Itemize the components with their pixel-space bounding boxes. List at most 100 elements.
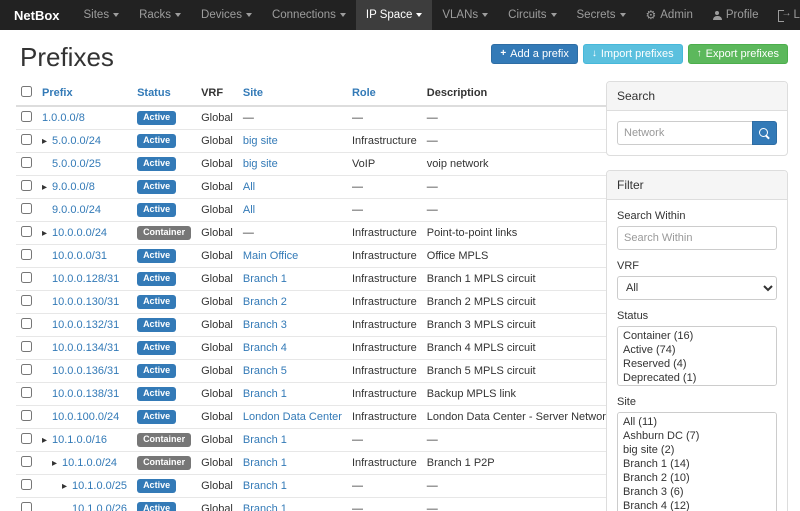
row-checkbox[interactable] (21, 295, 32, 306)
site-link[interactable]: Branch 1 (243, 273, 287, 285)
site-link[interactable]: All (243, 181, 255, 193)
prefix-link[interactable]: 10.0.0.132/31 (52, 319, 119, 331)
row-checkbox[interactable] (21, 341, 32, 352)
column-header-site[interactable]: Site (238, 81, 347, 106)
expand-arrow-icon[interactable]: ▸ (62, 481, 72, 492)
site-link[interactable]: Branch 1 (243, 503, 287, 511)
prefix-link[interactable]: 9.0.0.0/8 (52, 181, 95, 193)
table-row: ▸9.0.0.0/8ActiveGlobalAll—— (16, 176, 616, 199)
vrf-select[interactable]: All (617, 276, 777, 300)
prefix-link[interactable]: 10.0.0.136/31 (52, 365, 119, 377)
select-option[interactable]: Branch 3 (6) (618, 485, 776, 499)
row-checkbox[interactable] (21, 456, 32, 467)
row-checkbox[interactable] (21, 410, 32, 421)
select-option[interactable]: Deprecated (1) (618, 371, 776, 385)
expand-arrow-icon[interactable]: ▸ (42, 228, 52, 239)
site-link[interactable]: Branch 1 (243, 434, 287, 446)
row-checkbox[interactable] (21, 272, 32, 283)
select-option[interactable]: Branch 1 (14) (618, 457, 776, 471)
prefix-link[interactable]: 10.1.0.0/16 (52, 434, 107, 446)
search-button[interactable] (752, 121, 777, 145)
site-multiselect[interactable]: All (11)Ashburn DC (7)big site (2)Branch… (617, 412, 777, 511)
column-header-status[interactable]: Status (132, 81, 196, 106)
site-link[interactable]: Branch 1 (243, 457, 287, 469)
site-link[interactable]: Branch 1 (243, 388, 287, 400)
nav-item-circuits[interactable]: Circuits (498, 0, 566, 30)
import-prefixes-button[interactable]: ↓ Import prefixes (583, 44, 683, 64)
column-header-role[interactable]: Role (347, 81, 422, 106)
site-link[interactable]: Branch 4 (243, 342, 287, 354)
expand-arrow-icon[interactable]: ▸ (42, 136, 52, 147)
row-checkbox[interactable] (21, 157, 32, 168)
row-checkbox[interactable] (21, 111, 32, 122)
row-checkbox[interactable] (21, 249, 32, 260)
site-cell: — (238, 106, 347, 130)
select-option[interactable]: Branch 4 (12) (618, 499, 776, 511)
status-multiselect[interactable]: Container (16)Active (74)Reserved (4)Dep… (617, 326, 777, 386)
nav-item-racks[interactable]: Racks (129, 0, 191, 30)
site-link[interactable]: Main Office (243, 250, 298, 262)
select-option[interactable]: Reserved (4) (618, 357, 776, 371)
row-checkbox[interactable] (21, 433, 32, 444)
expand-arrow-icon[interactable]: ▸ (42, 435, 52, 446)
prefix-link[interactable]: 10.0.100.0/24 (52, 411, 119, 423)
column-header-prefix[interactable]: Prefix (37, 81, 132, 106)
nav-item-connections[interactable]: Connections (262, 0, 356, 30)
nav-item-sites[interactable]: Sites (74, 0, 130, 30)
prefix-link[interactable]: 10.0.0.130/31 (52, 296, 119, 308)
prefix-link[interactable]: 10.0.0.0/31 (52, 250, 107, 262)
site-cell: All (238, 176, 347, 199)
nav-item-secrets[interactable]: Secrets (567, 0, 636, 30)
prefix-link[interactable]: 10.1.0.0/24 (62, 457, 117, 469)
site-link[interactable]: Branch 5 (243, 365, 287, 377)
select-option[interactable]: Branch 2 (10) (618, 471, 776, 485)
site-link[interactable]: All (243, 204, 255, 216)
row-checkbox[interactable] (21, 479, 32, 490)
search-within-input[interactable] (617, 226, 777, 250)
expand-arrow-icon[interactable]: ▸ (42, 182, 52, 193)
nav-item-devices[interactable]: Devices (191, 0, 262, 30)
row-checkbox[interactable] (21, 387, 32, 398)
search-input[interactable] (617, 121, 752, 145)
site-link[interactable]: London Data Center (243, 411, 342, 423)
select-all-checkbox[interactable] (21, 86, 32, 97)
prefix-link[interactable]: 10.0.0.0/24 (52, 227, 107, 239)
prefix-link[interactable]: 10.0.0.138/31 (52, 388, 119, 400)
select-option[interactable]: Ashburn DC (7) (618, 429, 776, 443)
nav-item-ip-space[interactable]: IP Space (356, 0, 432, 30)
prefix-link[interactable]: 10.0.0.134/31 (52, 342, 119, 354)
site-link[interactable]: Branch 2 (243, 296, 287, 308)
select-option[interactable]: Active (74) (618, 343, 776, 357)
brand-logo[interactable]: NetBox (0, 0, 74, 30)
prefix-link[interactable]: 5.0.0.0/24 (52, 135, 101, 147)
select-option[interactable]: All (11) (618, 415, 776, 429)
export-prefixes-button[interactable]: ↑ Export prefixes (688, 44, 788, 64)
usernav-item-profile[interactable]: Profile (703, 0, 769, 30)
prefix-link[interactable]: 10.0.0.128/31 (52, 273, 119, 285)
row-checkbox[interactable] (21, 318, 32, 329)
row-checkbox[interactable] (21, 502, 32, 511)
usernav-item-admin[interactable]: ⚙Admin (636, 0, 703, 30)
row-checkbox[interactable] (21, 134, 32, 145)
row-checkbox[interactable] (21, 203, 32, 214)
status-badge: Active (137, 180, 176, 194)
expand-arrow-icon[interactable]: ▸ (52, 458, 62, 469)
select-option[interactable]: Container (16) (618, 329, 776, 343)
row-checkbox[interactable] (21, 226, 32, 237)
site-link[interactable]: Branch 1 (243, 480, 287, 492)
prefix-link[interactable]: 10.1.0.0/25 (72, 480, 127, 492)
add-prefix-button[interactable]: + Add a prefix (491, 44, 578, 64)
table-row: ▸10.1.0.0/25ActiveGlobalBranch 1—— (16, 475, 616, 498)
select-option[interactable]: big site (2) (618, 443, 776, 457)
site-link[interactable]: Branch 3 (243, 319, 287, 331)
row-checkbox[interactable] (21, 364, 32, 375)
nav-item-vlans[interactable]: VLANs (432, 0, 498, 30)
prefix-link[interactable]: 9.0.0.0/24 (52, 204, 101, 216)
prefix-link[interactable]: 5.0.0.0/25 (52, 158, 101, 170)
site-link[interactable]: big site (243, 135, 278, 147)
usernav-item-log-out[interactable]: Log out (768, 0, 800, 30)
row-checkbox[interactable] (21, 180, 32, 191)
prefix-link[interactable]: 1.0.0.0/8 (42, 112, 85, 124)
prefix-link[interactable]: 10.1.0.0/26 (72, 503, 127, 511)
site-link[interactable]: big site (243, 158, 278, 170)
